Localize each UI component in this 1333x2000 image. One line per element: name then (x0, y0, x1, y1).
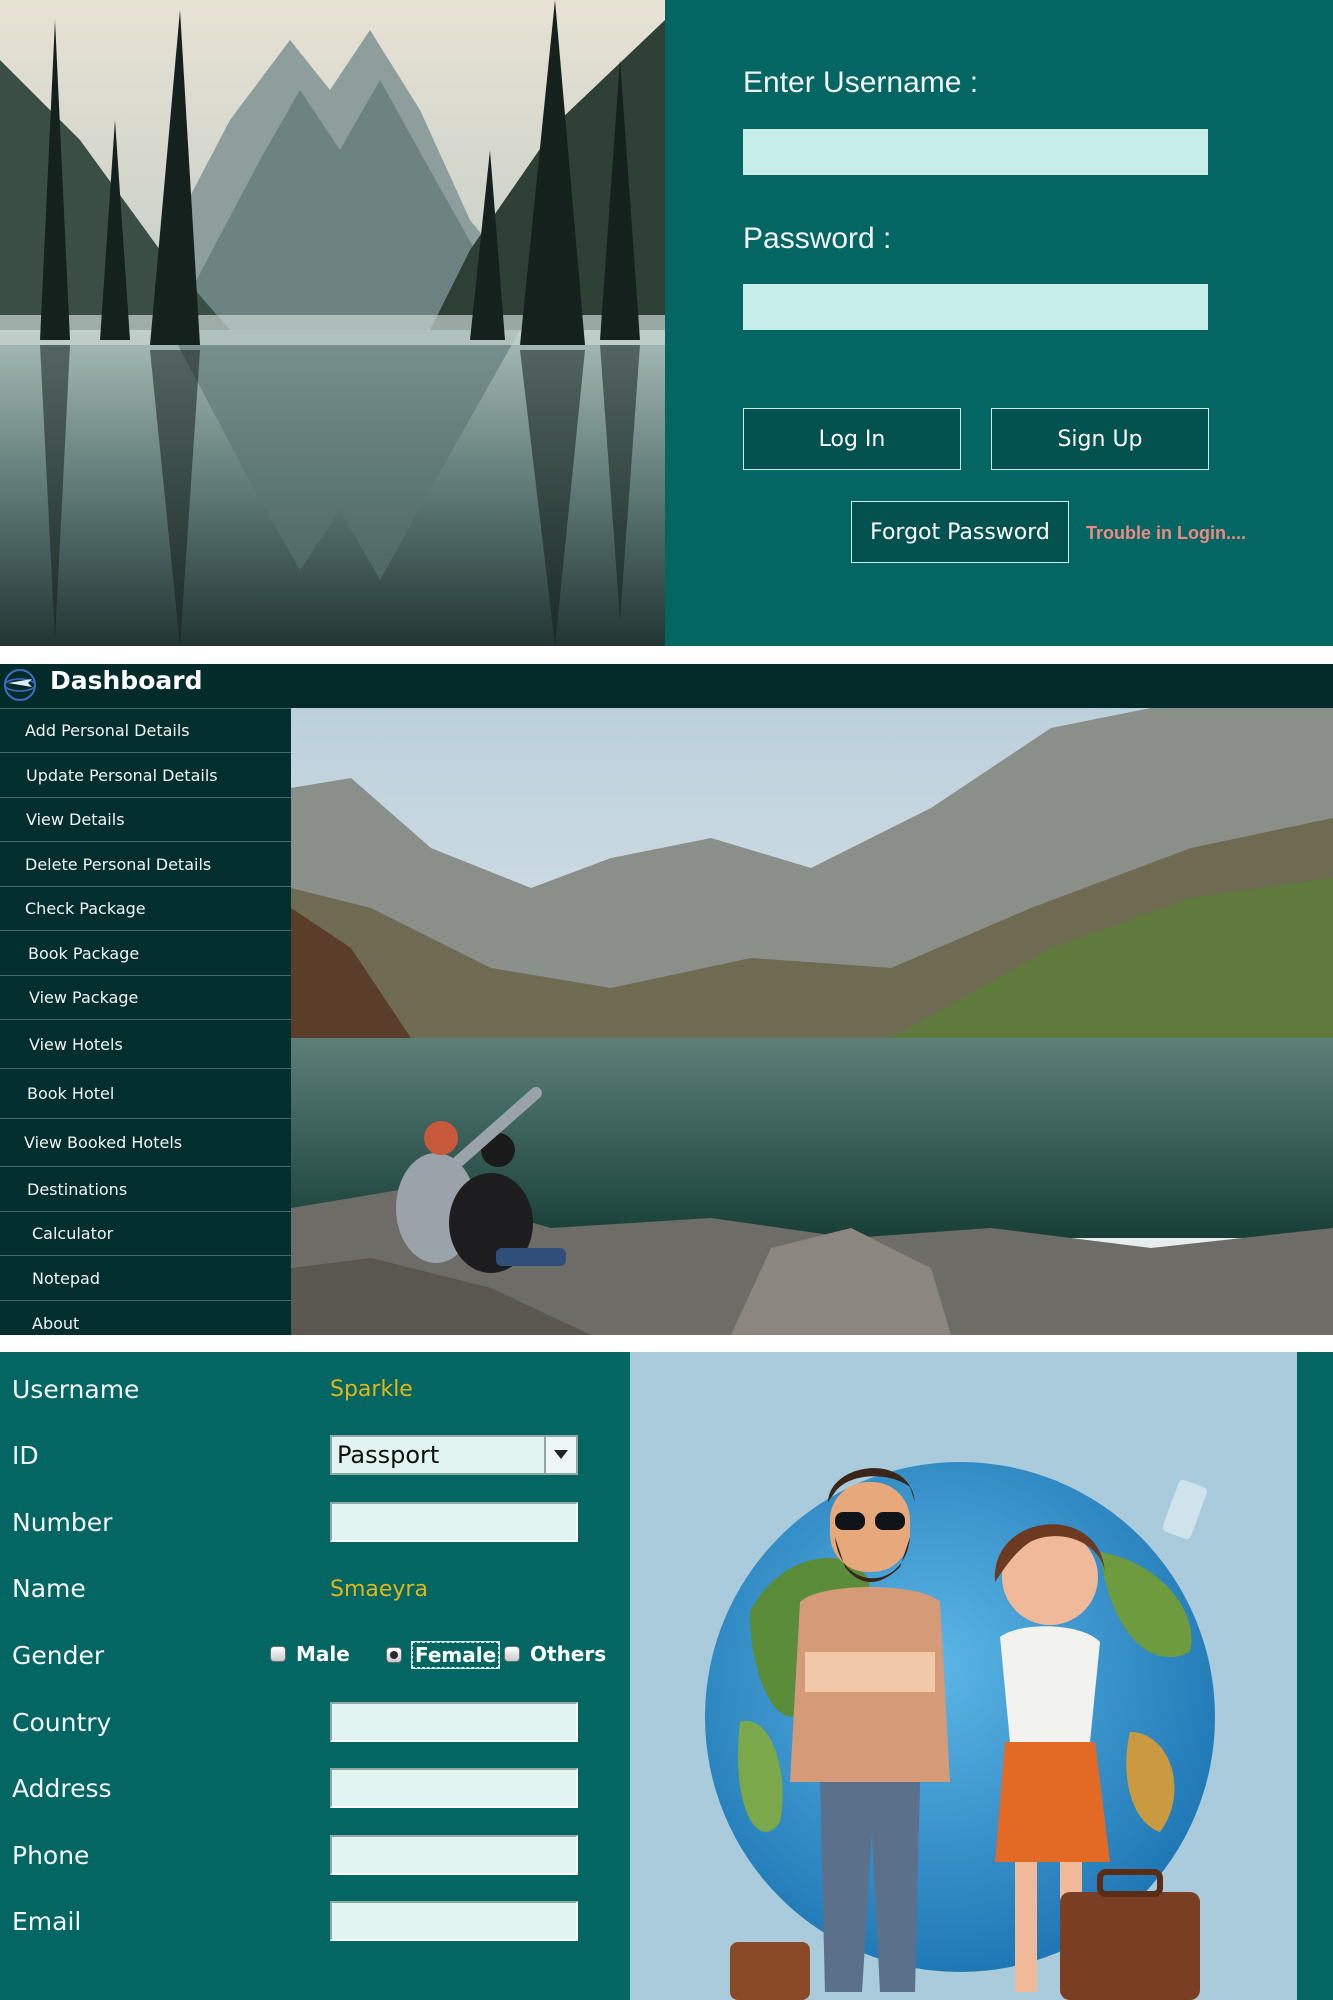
gender-option-female[interactable]: Female (386, 1641, 501, 1669)
login-form-panel: Enter Username : Password : Log In Sign … (665, 0, 1333, 646)
id-label: ID (12, 1441, 39, 1470)
mountain-lake-photo (0, 0, 665, 646)
password-label: Password : (743, 222, 892, 255)
number-input[interactable] (330, 1502, 578, 1542)
dropdown-arrow-icon[interactable] (544, 1437, 576, 1473)
travelers-globe-illustration (630, 1352, 1297, 2000)
id-type-select[interactable]: Passport (330, 1435, 578, 1475)
sidebar-item-view-hotels[interactable]: View Hotels (0, 1019, 291, 1068)
sidebar-item-book-package[interactable]: Book Package (0, 930, 291, 975)
login-button[interactable]: Log In (743, 408, 961, 470)
forgot-password-button[interactable]: Forgot Password (851, 501, 1069, 563)
sidebar-item-view-details[interactable]: View Details (0, 797, 291, 841)
phone-input[interactable] (330, 1835, 578, 1875)
dashboard-sidebar: Add Personal Details Update Personal Det… (0, 708, 291, 1335)
sidebar-item-add-personal-details[interactable]: Add Personal Details (0, 708, 291, 752)
sidebar-item-book-hotel[interactable]: Book Hotel (0, 1068, 291, 1118)
radio-button-icon[interactable] (270, 1646, 286, 1662)
country-input[interactable] (330, 1702, 578, 1742)
dashboard-header: Dashboard (0, 664, 1333, 708)
name-value: Smaeyra (330, 1577, 428, 1602)
radio-button-icon[interactable] (504, 1646, 520, 1662)
mountain-lake-illustration (0, 0, 665, 646)
email-label: Email (12, 1907, 82, 1936)
name-label: Name (12, 1574, 86, 1603)
sidebar-item-view-booked-hotels[interactable]: View Booked Hotels (0, 1118, 291, 1166)
address-label: Address (12, 1774, 112, 1803)
username-value: Sparkle (330, 1377, 413, 1402)
country-label: Country (12, 1708, 112, 1737)
gender-option-male[interactable]: Male (270, 1642, 350, 1666)
email-input[interactable] (330, 1901, 578, 1941)
signup-button[interactable]: Sign Up (991, 408, 1209, 470)
gender-option-others[interactable]: Others (504, 1642, 606, 1666)
sidebar-item-view-package[interactable]: View Package (0, 975, 291, 1019)
sidebar-item-about[interactable]: About (0, 1300, 291, 1335)
password-input[interactable] (743, 284, 1208, 330)
sidebar-item-notepad[interactable]: Notepad (0, 1255, 291, 1300)
id-type-selected-value: Passport (337, 1441, 440, 1469)
window-right-edge (1297, 1352, 1333, 2000)
dashboard-title: Dashboard (50, 666, 203, 695)
address-input[interactable] (330, 1768, 578, 1808)
number-label: Number (12, 1508, 113, 1537)
username-input[interactable] (743, 129, 1208, 175)
gender-option-label: Others (530, 1642, 607, 1666)
sidebar-item-delete-personal-details[interactable]: Delete Personal Details (0, 841, 291, 886)
sidebar-item-calculator[interactable]: Calculator (0, 1211, 291, 1255)
username-label: Enter Username : (743, 66, 979, 99)
gender-option-label: Male (296, 1642, 350, 1666)
gender-label: Gender (12, 1641, 105, 1670)
sidebar-item-destinations[interactable]: Destinations (0, 1166, 291, 1211)
sidebar-item-check-package[interactable]: Check Package (0, 886, 291, 930)
personal-details-window: Username Sparkle ID Passport Number Name… (0, 1352, 1333, 2000)
gender-option-label: Female (410, 1641, 501, 1669)
airplane-globe-icon (2, 667, 38, 703)
sidebar-item-update-personal-details[interactable]: Update Personal Details (0, 752, 291, 797)
phone-label: Phone (12, 1841, 90, 1870)
username-label: Username (12, 1375, 140, 1404)
hikers-mountain-lake-photo (291, 708, 1333, 1335)
radio-button-selected-icon[interactable] (386, 1647, 402, 1663)
trouble-in-login-link[interactable]: Trouble in Login.... (1086, 523, 1246, 544)
login-window: Enter Username : Password : Log In Sign … (0, 0, 1333, 646)
dashboard-window: Dashboard Add Personal Details Update Pe… (0, 664, 1333, 1335)
